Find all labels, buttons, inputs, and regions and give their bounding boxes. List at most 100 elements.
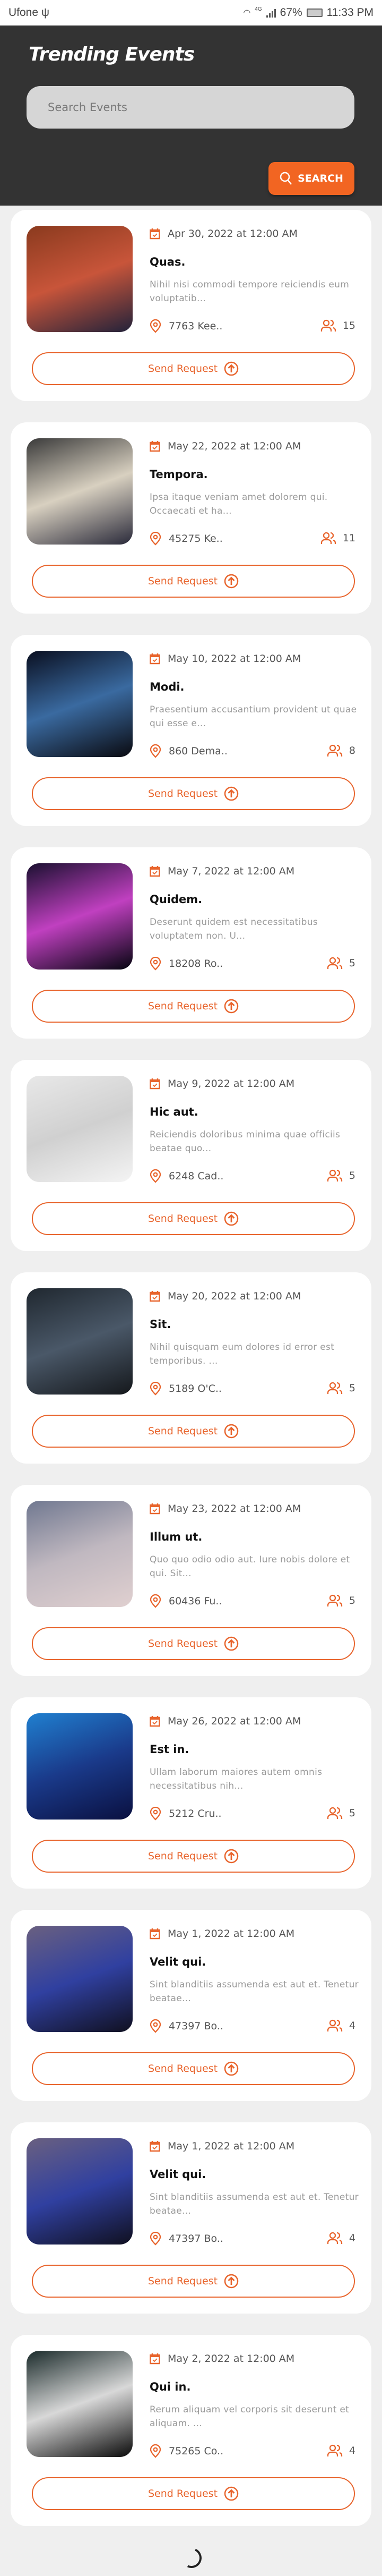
send-request-button[interactable]: Send Request <box>32 990 355 1023</box>
event-date: May 7, 2022 at 12:00 AM <box>168 865 295 877</box>
arrow-up-circle-icon <box>224 361 239 376</box>
people-icon <box>327 2019 343 2031</box>
event-description: Praesentium accusantium provident ut qua… <box>150 704 357 729</box>
send-request-button[interactable]: Send Request <box>32 2052 355 2085</box>
event-title: Quas. <box>150 256 186 268</box>
event-description: Deserunt quidem est necessitatibus volup… <box>150 917 318 941</box>
send-request-button[interactable]: Send Request <box>32 1840 355 1873</box>
send-request-button[interactable]: Send Request <box>32 565 355 598</box>
location-pin-icon <box>150 2232 161 2246</box>
arrow-up-circle-icon <box>224 1424 239 1439</box>
event-title: Est in. <box>150 1743 189 1756</box>
event-location-row: 5212 Cru.. <box>150 1807 222 1821</box>
send-request-button[interactable]: Send Request <box>32 1202 355 1235</box>
event-image[interactable] <box>27 863 133 970</box>
event-location: 47397 Bo.. <box>169 2233 223 2245</box>
arrow-up-circle-icon <box>224 574 239 589</box>
calendar-icon <box>150 1291 160 1302</box>
send-request-button[interactable]: Send Request <box>32 1415 355 1448</box>
event-image[interactable] <box>27 651 133 757</box>
attendee-count: 5 <box>349 1170 355 1181</box>
event-image[interactable] <box>27 1713 133 1820</box>
event-image[interactable] <box>27 2138 133 2245</box>
event-location-row: 5189 O'C.. <box>150 1382 222 1396</box>
event-image[interactable] <box>27 1288 133 1395</box>
send-request-button[interactable]: Send Request <box>32 352 355 385</box>
event-description: Ullam laborum maiores autem omnis necess… <box>150 1767 323 1791</box>
event-location: 5212 Cru.. <box>169 1808 222 1820</box>
send-request-label: Send Request <box>147 788 218 800</box>
event-card: May 2, 2022 at 12:00 AM Qui in. Rerum al… <box>11 2335 371 2526</box>
event-image[interactable] <box>27 1926 133 2032</box>
event-location: 47397 Bo.. <box>169 2020 223 2032</box>
calendar-icon <box>150 1503 160 1515</box>
arrow-up-circle-icon <box>224 786 239 801</box>
event-title: Velit qui. <box>150 1956 206 1968</box>
event-description: Rerum aliquam vel corporis sit deserunt … <box>150 2404 350 2429</box>
event-title: Hic aut. <box>150 1106 198 1118</box>
location-pin-icon <box>150 532 161 546</box>
event-date: May 23, 2022 at 12:00 AM <box>168 1503 301 1515</box>
event-image[interactable] <box>27 1076 133 1182</box>
search-button[interactable]: SEARCH <box>268 162 354 195</box>
location-pin-icon <box>150 2019 161 2033</box>
event-date-row: May 1, 2022 at 12:00 AM <box>150 2140 294 2152</box>
attendee-count: 11 <box>342 532 355 544</box>
event-title: Velit qui. <box>150 2168 206 2181</box>
carrier-name: Ufone <box>8 6 39 19</box>
event-card: May 22, 2022 at 12:00 AM Tempora. Ipsa i… <box>11 422 371 614</box>
people-icon <box>327 1594 343 1606</box>
event-date: May 2, 2022 at 12:00 AM <box>168 2353 295 2365</box>
attendees: 8 <box>327 744 355 757</box>
event-date-row: May 10, 2022 at 12:00 AM <box>150 653 301 665</box>
attendee-count: 4 <box>349 2232 355 2244</box>
event-card: May 26, 2022 at 12:00 AM Est in. Ullam l… <box>11 1697 371 1889</box>
event-description: Quo quo odio odio aut. Iure nobis dolore… <box>150 1554 350 1579</box>
event-card: May 1, 2022 at 12:00 AM Velit qui. Sint … <box>11 1910 371 2101</box>
send-request-label: Send Request <box>147 575 218 587</box>
event-date-row: May 7, 2022 at 12:00 AM <box>150 865 294 877</box>
event-date: May 1, 2022 at 12:00 AM <box>168 2140 295 2152</box>
send-request-button[interactable]: Send Request <box>32 2265 355 2298</box>
send-request-label: Send Request <box>147 1850 218 1862</box>
calendar-icon <box>150 2141 160 2152</box>
arrow-up-circle-icon <box>224 1636 239 1651</box>
event-image[interactable] <box>27 226 133 332</box>
send-request-label: Send Request <box>147 2063 218 2075</box>
arrow-up-circle-icon <box>224 1849 239 1864</box>
event-date-row: May 20, 2022 at 12:00 AM <box>150 1290 301 1302</box>
send-request-button[interactable]: Send Request <box>32 1627 355 1660</box>
event-image[interactable] <box>27 438 133 545</box>
event-list: Apr 30, 2022 at 12:00 AM Quas. Nihil nis… <box>11 210 371 2547</box>
attendee-count: 15 <box>342 320 355 331</box>
usb-icon: ψ <box>41 6 50 19</box>
send-request-label: Send Request <box>147 2488 218 2500</box>
send-request-button[interactable]: Send Request <box>32 2477 355 2510</box>
event-location: 75265 Co.. <box>169 2445 224 2457</box>
search-icon <box>280 172 292 185</box>
attendee-count: 5 <box>349 957 355 969</box>
send-request-button[interactable]: Send Request <box>32 777 355 810</box>
event-description: Sint blanditiis assumenda est aut et. Te… <box>150 1979 359 2004</box>
event-location-row: 6248 Cad.. <box>150 1169 223 1183</box>
event-title: Illum ut. <box>150 1531 203 1543</box>
arrow-up-circle-icon <box>224 2486 239 2501</box>
event-image[interactable] <box>27 2351 133 2457</box>
event-date-row: May 22, 2022 at 12:00 AM <box>150 440 301 452</box>
event-card: May 10, 2022 at 12:00 AM Modi. Praesenti… <box>11 635 371 826</box>
event-location: 45275 Ke.. <box>169 533 223 545</box>
people-icon <box>320 319 336 331</box>
event-description: Sint blanditiis assumenda est aut et. Te… <box>150 2192 359 2216</box>
people-icon <box>320 532 336 544</box>
people-icon <box>327 1382 343 1394</box>
attendees: 5 <box>327 957 355 970</box>
location-pin-icon <box>150 2444 161 2458</box>
search-input[interactable] <box>27 86 354 129</box>
event-date: May 22, 2022 at 12:00 AM <box>168 440 301 452</box>
attendees: 5 <box>327 1382 355 1395</box>
event-title: Tempora. <box>150 468 208 481</box>
calendar-icon <box>150 1078 160 1090</box>
event-image[interactable] <box>27 1501 133 1607</box>
calendar-icon <box>150 1716 160 1727</box>
people-icon <box>327 2444 343 2456</box>
